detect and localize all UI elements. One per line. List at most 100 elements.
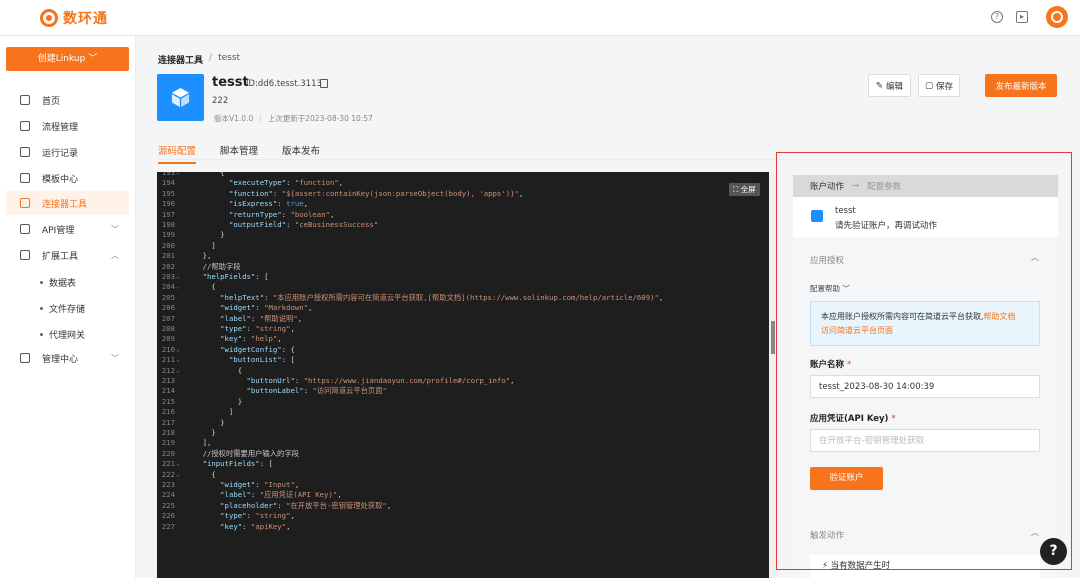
api-icon xyxy=(20,224,30,234)
fold-chevron-icon[interactable]: ⌄ xyxy=(176,272,180,282)
code-line[interactable]: 212 ⌄ { xyxy=(157,366,769,376)
code-text: "widget": "Input", xyxy=(220,480,300,489)
tab-script-management[interactable]: 脚本管理 xyxy=(220,143,258,164)
fold-chevron-icon[interactable]: ⌄ xyxy=(176,345,180,355)
code-line[interactable]: 193 ⌄ { xyxy=(157,172,769,178)
code-line[interactable]: 213 "buttonUrl": "https://www.jiandaoyun… xyxy=(157,376,769,386)
code-line[interactable]: 205 "helpText": "本应用账户授权所需内容可在简道云平台获取,[帮… xyxy=(157,293,769,303)
code-line[interactable]: 199 } xyxy=(157,230,769,240)
publish-latest-version-button[interactable]: 发布最新版本 xyxy=(985,74,1057,97)
line-number: 201 xyxy=(161,251,175,261)
line-number: 223 xyxy=(161,480,175,489)
fold-chevron-icon[interactable]: ⌄ xyxy=(176,366,180,376)
code-line[interactable]: 196 "isExpress": true, xyxy=(157,199,769,209)
sidebar-subitem-file-storage[interactable]: 文件存储 xyxy=(40,302,85,315)
save-button[interactable]: ▢ 保存 xyxy=(918,74,960,97)
code-text: "key": "help", xyxy=(220,334,282,344)
video-tutorial-icon[interactable]: ▸ xyxy=(1016,11,1028,23)
tab-source-config[interactable]: 源码配置 xyxy=(158,143,197,164)
code-line[interactable]: 204 ⌄ { xyxy=(157,282,769,292)
code-text: "helpFields": [ xyxy=(202,272,269,281)
code-line[interactable]: 217 } xyxy=(157,418,769,428)
fullscreen-button[interactable]: ⛶ 全屏 xyxy=(729,183,760,196)
code-line[interactable]: 195 "function": "${assert:containKey(jso… xyxy=(157,189,769,199)
grid-icon xyxy=(20,173,30,183)
code-line[interactable]: 220 //授权时需要用户输入的字段 xyxy=(157,449,769,459)
sidebar-item-api[interactable]: API管理 ﹀ xyxy=(6,217,129,241)
sidebar-item-label: 管理中心 xyxy=(42,354,79,365)
code-line[interactable]: 210 ⌄ "widgetConfig": { xyxy=(157,345,769,355)
sidebar-subitem-proxy-gateway[interactable]: 代理网关 xyxy=(40,328,85,341)
code-line[interactable]: 215 } xyxy=(157,397,769,407)
fold-chevron-icon[interactable]: ⌄ xyxy=(176,470,180,480)
sidebar-item-admin[interactable]: 管理中心 ﹀ xyxy=(6,346,129,370)
code-line[interactable]: 226 "type": "string", xyxy=(157,511,769,521)
line-number: 206 xyxy=(161,303,175,313)
create-linkup-button[interactable]: 创建Linkup ﹀ xyxy=(6,47,129,71)
editor-scrollbar-thumb[interactable] xyxy=(771,321,775,354)
code-line[interactable]: 203 ⌄ "helpFields": [ xyxy=(157,272,769,282)
code-text: "isExpress": true, xyxy=(228,199,309,209)
user-avatar[interactable] xyxy=(1046,6,1068,28)
code-line[interactable]: 214 "buttonLabel": "访问简道云平台页面" xyxy=(157,386,769,396)
fold-chevron-icon[interactable]: ⌄ xyxy=(176,355,180,365)
sidebar-item-home[interactable]: 首页 xyxy=(6,88,129,112)
code-text: } xyxy=(185,428,216,437)
code-text: "type": "string", xyxy=(220,324,295,333)
code-text: "helpText": "本应用账户授权所需内容可在简道云平台获取,[帮助文档]… xyxy=(220,292,664,302)
code-line[interactable]: 198 "outputField": "ceBusinessSuccess" xyxy=(157,220,769,230)
sidebar-item-run-records[interactable]: 运行记录 xyxy=(6,140,129,164)
connector-id: ID:dd6.tesst.3113 xyxy=(246,79,322,89)
code-line[interactable]: 222 ⌄ { xyxy=(157,470,769,480)
sidebar-item-flows[interactable]: 流程管理 xyxy=(6,114,129,138)
line-number: 208 xyxy=(161,324,175,333)
code-line[interactable]: 202 //帮助字段 xyxy=(157,262,769,272)
code-line[interactable]: 223 "widget": "Input", xyxy=(157,480,769,490)
tab-version-publish[interactable]: 版本发布 xyxy=(282,143,320,164)
code-line[interactable]: 221 ⌄ "inputFields": [ xyxy=(157,459,769,469)
editor-scrollbar[interactable] xyxy=(769,172,776,578)
fold-chevron-icon[interactable]: ⌄ xyxy=(176,282,180,292)
help-circle-icon[interactable]: ? xyxy=(991,11,1003,23)
fold-chevron-icon[interactable]: ⌄ xyxy=(176,172,180,178)
sidebar-item-label: 扩展工具 xyxy=(42,251,79,262)
code-line[interactable]: 219 ], xyxy=(157,438,769,448)
code-line[interactable]: 224 "label": "应用凭证(API Key)", xyxy=(157,490,769,500)
fold-chevron-icon[interactable]: ⌄ xyxy=(176,459,180,469)
code-text: "buttonLabel": "访问简道云平台页面" xyxy=(246,386,387,396)
code-line[interactable]: 207 "label": "帮助说明", xyxy=(157,314,769,324)
code-line[interactable]: 225 "placeholder": "在开放平台-密钥管理处获取", xyxy=(157,501,769,511)
breadcrumb-root[interactable]: 连接器工具 xyxy=(158,53,203,66)
code-line[interactable]: 209 "key": "help", xyxy=(157,334,769,344)
code-line[interactable]: 201 }, xyxy=(157,251,769,261)
save-button-label: 保存 xyxy=(936,81,954,92)
help-float-button[interactable]: ? xyxy=(1040,538,1067,565)
version-label: 版本V1.0.0 xyxy=(214,114,254,123)
cube-icon xyxy=(20,198,30,208)
sidebar-item-connector-tool[interactable]: 连接器工具 xyxy=(6,191,129,215)
line-number: 209 xyxy=(161,334,175,344)
code-line[interactable]: 218 } xyxy=(157,428,769,438)
code-line[interactable]: 206 "widget": "Markdown", xyxy=(157,303,769,313)
code-text: "executeType": "function", xyxy=(228,178,344,188)
code-text: } xyxy=(185,396,243,406)
code-line[interactable]: 194 "executeType": "function", xyxy=(157,178,769,188)
code-line[interactable]: 200 ] xyxy=(157,241,769,251)
code-line[interactable]: 216 ] xyxy=(157,407,769,417)
code-line[interactable]: 197 "returnType": "boolean", xyxy=(157,210,769,220)
line-number: 226 xyxy=(161,511,175,521)
code-line[interactable]: 227 "key": "apiKey", xyxy=(157,522,769,532)
code-editor[interactable]: 193 ⌄ {194 "executeType": "function", 195 … xyxy=(157,172,769,578)
edit-button-label: 编辑 xyxy=(886,81,904,92)
code-line[interactable]: 208 "type": "string", xyxy=(157,324,769,334)
sidebar-subitem-datatable[interactable]: 数据表 xyxy=(40,276,76,289)
copy-icon[interactable] xyxy=(320,79,328,88)
app-name: 数环通 xyxy=(63,11,108,27)
app-logo[interactable]: 数环通 xyxy=(40,8,108,28)
edit-button[interactable]: ✎ 编辑 xyxy=(868,74,911,97)
line-number: 210 xyxy=(161,344,175,354)
sidebar-item-extensions[interactable]: 扩展工具 ︿ xyxy=(6,243,129,267)
code-text: "buttonUrl": "https://www.jiandaoyun.com… xyxy=(246,376,515,385)
sidebar-item-templates[interactable]: 模板中心 xyxy=(6,166,129,190)
code-line[interactable]: 211 ⌄ "buttonList": [ xyxy=(157,355,769,365)
